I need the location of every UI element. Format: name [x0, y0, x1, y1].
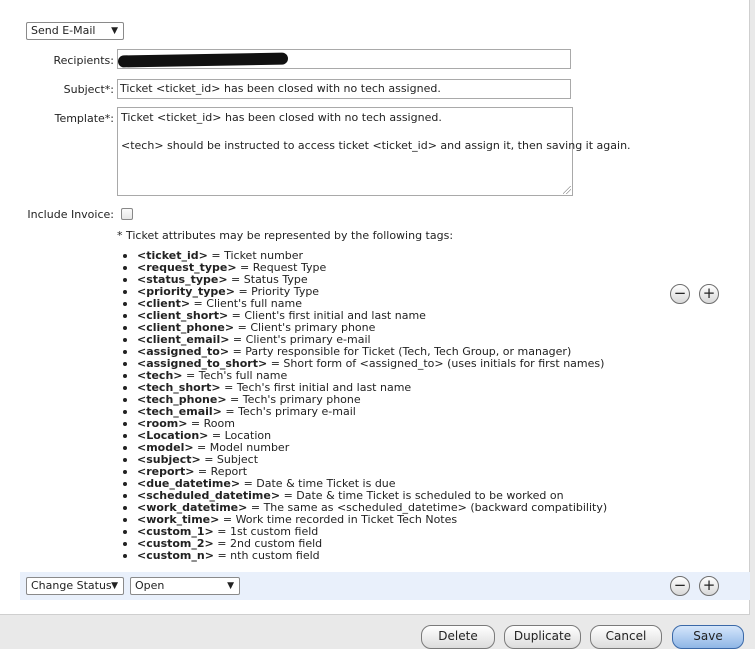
subject-label: Subject*: — [63, 83, 114, 96]
save-button[interactable]: Save — [672, 625, 744, 649]
tag-list: <ticket_id> = Ticket number <request_typ… — [121, 250, 607, 562]
delete-button[interactable]: Delete — [421, 625, 495, 649]
subject-field[interactable]: Ticket <ticket_id> has been closed with … — [117, 79, 571, 99]
chevron-down-icon: ▼ — [111, 26, 118, 36]
add-action-button[interactable]: + — [699, 284, 719, 304]
resize-grip-icon[interactable] — [563, 186, 571, 194]
template-textarea[interactable]: Ticket <ticket_id> has been closed with … — [117, 107, 631, 196]
template-line: Ticket <ticket_id> has been closed with … — [121, 111, 442, 124]
action-type-select[interactable]: Send E-Mail ▼ — [26, 22, 124, 40]
status-action-value: Change Status — [31, 579, 112, 592]
cancel-button[interactable]: Cancel — [590, 625, 662, 649]
tag-desc: = nth custom field — [213, 549, 320, 562]
minus-icon: − — [673, 284, 687, 302]
chevron-down-icon: ▼ — [227, 581, 234, 591]
include-invoice-label: Include Invoice: — [27, 208, 114, 221]
remove-status-action-button[interactable]: − — [670, 576, 690, 596]
status-value-select[interactable]: Open ▼ — [130, 577, 240, 595]
list-item: <custom_n> = nth custom field — [121, 550, 607, 562]
tag-desc: = Tech's primary e-mail — [221, 405, 356, 418]
chevron-down-icon: ▼ — [111, 581, 118, 591]
action-panel: Send E-Mail ▼ Recipients: Subject*: Tick… — [0, 0, 750, 615]
tag-name: <custom_n> — [137, 549, 214, 562]
plus-icon: + — [702, 576, 716, 594]
minus-icon: − — [673, 576, 687, 594]
template-line: <tech> should be instructed to access ti… — [121, 139, 631, 152]
include-invoice-checkbox[interactable] — [121, 208, 133, 220]
duplicate-button[interactable]: Duplicate — [504, 625, 581, 649]
template-label: Template*: — [54, 112, 114, 125]
status-value: Open — [135, 579, 165, 592]
add-status-action-button[interactable]: + — [699, 576, 719, 596]
tags-note: * Ticket attributes may be represented b… — [117, 229, 454, 242]
remove-action-button[interactable]: − — [670, 284, 690, 304]
action-type-value: Send E-Mail — [31, 24, 96, 37]
plus-icon: + — [702, 284, 716, 302]
status-action-select[interactable]: Change Status ▼ — [26, 577, 124, 595]
recipients-label: Recipients: — [53, 54, 114, 67]
tag-desc: = Short form of <assigned_to> (uses init… — [267, 357, 605, 370]
